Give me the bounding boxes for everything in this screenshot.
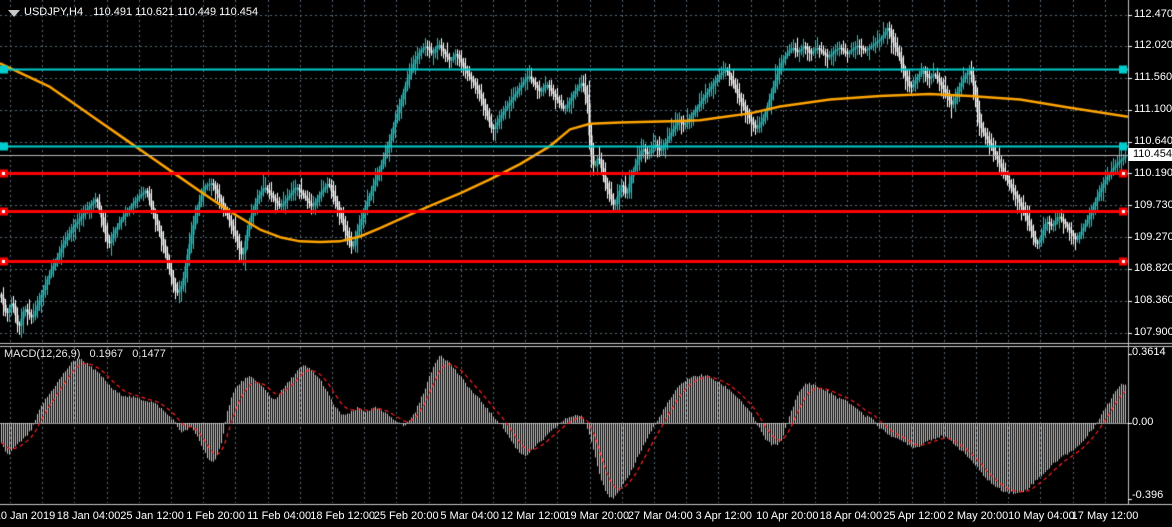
time-axis-label: 18 Jan 04:00 <box>56 510 121 522</box>
macd-name: MACD(12,26,9) <box>4 348 81 360</box>
time-axis-label: 25 Jan 12:00 <box>120 510 184 522</box>
price-axis-label: 110.190 <box>1134 166 1172 179</box>
time-axis-label: 1 Feb 20:00 <box>186 510 245 522</box>
price-axis-label: 108.360 <box>1134 294 1172 306</box>
time-axis-label: 25 Feb 20:00 <box>373 510 439 522</box>
price-axis-label: 109.730 <box>1134 198 1172 211</box>
trading-chart-window: USDJPY,H4 110.491 110.621 110.449 110.45… <box>0 0 1172 527</box>
price-axis-label: 111.100 <box>1134 103 1172 116</box>
time-axis-label: 17 May 12:00 <box>1071 510 1139 522</box>
symbol-dropdown-icon[interactable] <box>8 10 20 17</box>
time-axis-label: 10 Jan 2019 <box>0 510 56 522</box>
price-axis-label: 109.270 <box>1134 230 1172 243</box>
macd-main-value: 0.1967 <box>89 348 124 360</box>
price-axis-label: 112.020 <box>1134 39 1172 52</box>
time-axis-label: 5 Mar 04:00 <box>440 510 500 522</box>
symbol-period-label: USDJPY,H4 <box>24 6 84 18</box>
chart-canvas[interactable] <box>0 0 1172 527</box>
current-price-box: 110.454 <box>1128 148 1172 162</box>
macd-signal-value: 0.1477 <box>132 348 166 360</box>
time-axis-label: 18 Feb 12:00 <box>310 510 376 522</box>
price-axis-label: 110.640 <box>1134 135 1172 148</box>
macd-indicator-label: MACD(12,26,9) 0.1967 0.1477 <box>4 349 172 360</box>
time-axis-label: 19 Mar 20:00 <box>564 510 630 522</box>
macd-scale-max: 0.3614 <box>1132 346 1166 358</box>
price-axis-label: 108.820 <box>1134 262 1172 274</box>
price-axis-label: 107.900 <box>1134 326 1172 338</box>
macd-scale-min: -0.396 <box>1132 489 1164 501</box>
time-axis-label: 10 May 04:00 <box>1008 510 1075 522</box>
time-axis-label: 27 Mar 04:00 <box>627 510 693 522</box>
time-axis-label: 12 Mar 12:00 <box>500 510 566 522</box>
ohlc-values: 110.491 110.621 110.449 110.454 <box>93 6 259 18</box>
price-axis-label: 111.560 <box>1134 71 1172 84</box>
price-axis-label: 112.470 <box>1134 8 1172 21</box>
time-axis-label: 10 Apr 20:00 <box>756 510 819 522</box>
macd-scale-zero: 0.00 <box>1132 416 1154 428</box>
time-axis-label: 25 Apr 12:00 <box>883 510 946 522</box>
time-axis-label: 2 May 20:00 <box>947 510 1009 522</box>
time-axis-label: 18 Apr 04:00 <box>819 510 883 522</box>
time-axis-label: 11 Feb 04:00 <box>247 510 312 522</box>
time-axis-label: 3 Apr 12:00 <box>695 510 752 522</box>
chart-title: USDJPY,H4 110.491 110.621 110.449 110.45… <box>24 7 258 18</box>
